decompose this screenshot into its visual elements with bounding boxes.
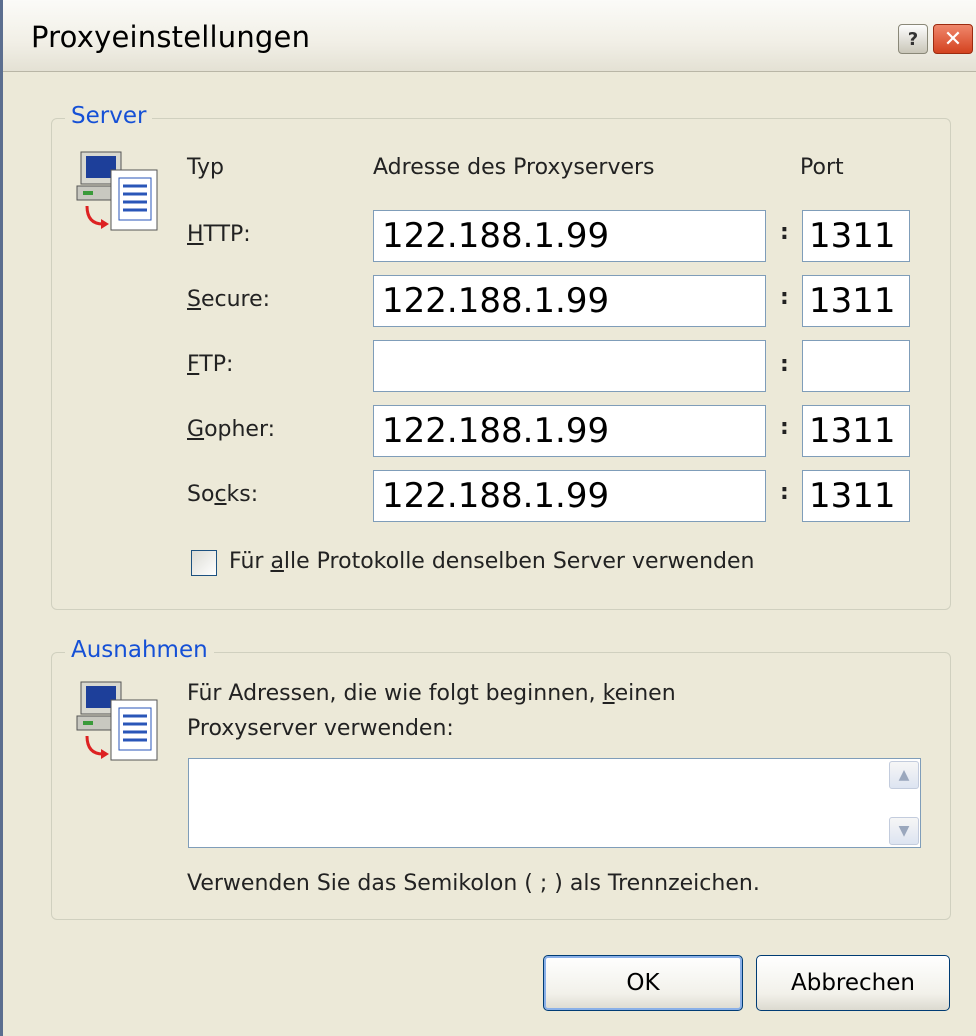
same-server-label[interactable]: Für alle Protokolle denselben Server ver… bbox=[229, 549, 754, 574]
socks-port-input[interactable]: 1311 bbox=[802, 470, 910, 522]
same-server-checkbox[interactable] bbox=[191, 550, 217, 576]
http-port-input[interactable]: 1311 bbox=[802, 210, 910, 262]
http-colon: : bbox=[780, 220, 789, 245]
column-header-type: Typ bbox=[187, 155, 224, 180]
secure-label: Secure: bbox=[187, 287, 271, 312]
gopher-colon: : bbox=[780, 415, 789, 440]
secure-port-input[interactable]: 1311 bbox=[802, 275, 910, 327]
proxy-settings-dialog: Proxyeinstellungen ? ✕ Server Typ Adress… bbox=[0, 0, 976, 1036]
exceptions-hint: Verwenden Sie das Semikolon ( ; ) als Tr… bbox=[187, 871, 760, 896]
close-button[interactable]: ✕ bbox=[933, 24, 973, 54]
help-icon: ? bbox=[907, 28, 919, 50]
exceptions-description-line2: Proxyserver verwenden: bbox=[187, 716, 454, 741]
gopher-port-input[interactable]: 1311 bbox=[802, 405, 910, 457]
network-computer-icon bbox=[76, 151, 158, 231]
close-icon: ✕ bbox=[943, 26, 963, 52]
gopher-address-input[interactable]: 122.188.1.99 bbox=[373, 405, 766, 457]
http-label: HTTP: bbox=[187, 222, 251, 247]
socks-label: Socks: bbox=[187, 482, 259, 507]
ftp-address-input[interactable] bbox=[373, 340, 766, 392]
cancel-button[interactable]: Abbrechen bbox=[756, 955, 950, 1011]
exceptions-textarea[interactable]: ▲ ▼ bbox=[188, 758, 921, 848]
column-header-address: Adresse des Proxyservers bbox=[373, 155, 655, 180]
ftp-label: FTP: bbox=[187, 352, 234, 377]
help-button[interactable]: ? bbox=[898, 24, 928, 54]
ftp-colon: : bbox=[780, 352, 789, 377]
scroll-down-button[interactable]: ▼ bbox=[889, 817, 919, 845]
exceptions-group-legend: Ausnahmen bbox=[65, 637, 214, 663]
chevron-down-icon: ▼ bbox=[898, 823, 910, 839]
chevron-up-icon: ▲ bbox=[898, 767, 910, 783]
ftp-port-input[interactable] bbox=[802, 340, 910, 392]
secure-colon: : bbox=[780, 285, 789, 310]
scroll-up-button[interactable]: ▲ bbox=[889, 761, 919, 789]
socks-colon: : bbox=[780, 480, 789, 505]
ok-button[interactable]: OK bbox=[543, 955, 743, 1011]
http-address-input[interactable]: 122.188.1.99 bbox=[373, 210, 766, 262]
network-computer-icon bbox=[76, 681, 158, 761]
secure-address-input[interactable]: 122.188.1.99 bbox=[373, 275, 766, 327]
socks-address-input[interactable]: 122.188.1.99 bbox=[373, 470, 766, 522]
server-group-legend: Server bbox=[65, 103, 153, 129]
window-title: Proxyeinstellungen bbox=[31, 20, 311, 54]
title-bar[interactable]: Proxyeinstellungen ? ✕ bbox=[3, 0, 976, 72]
exceptions-description-line1: Für Adressen, die wie folgt beginnen, ke… bbox=[187, 681, 676, 706]
column-header-port: Port bbox=[800, 155, 844, 180]
gopher-label: Gopher: bbox=[187, 417, 276, 442]
